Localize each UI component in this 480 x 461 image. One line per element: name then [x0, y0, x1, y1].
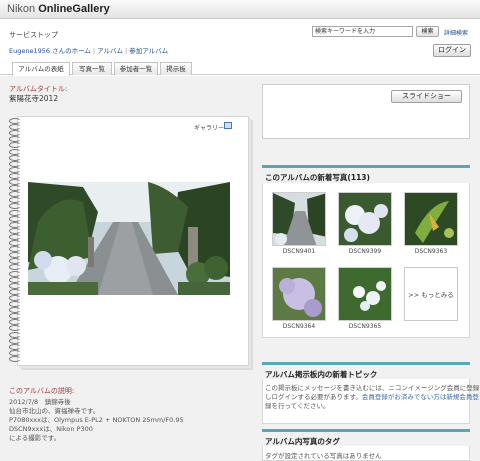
notebook-ring — [9, 307, 21, 314]
photo-thumbnail[interactable] — [338, 192, 392, 246]
notebook-ring — [9, 166, 21, 173]
notebook-ring — [9, 172, 21, 179]
notebook-ring — [9, 154, 21, 161]
album-description-title: このアルバムの説明: — [9, 387, 75, 395]
tab-participants[interactable]: 参加者一覧 — [114, 62, 158, 75]
notebook-ring — [9, 203, 21, 210]
photo-thumbnail[interactable] — [338, 267, 392, 321]
bbs-info-line: 録を行ってください。 — [265, 402, 330, 410]
notebook-ring — [9, 142, 21, 149]
tab-bulletin-board[interactable]: 掲示板 — [160, 62, 192, 75]
section-divider — [262, 165, 470, 168]
notebook-ring — [9, 349, 21, 356]
notebook-ring — [9, 331, 21, 338]
bbs-register-note[interactable]: 会員登録がお済みでない方は新規会員登 — [362, 393, 479, 401]
notebook-ring — [9, 276, 21, 283]
notebook-ring — [9, 343, 21, 350]
notebook-ring — [9, 130, 21, 137]
section-divider — [262, 362, 470, 365]
notebook-ring — [9, 191, 21, 198]
notebook-ring — [9, 294, 21, 301]
breadcrumb-home[interactable]: Eugene1956 さんのホーム — [9, 47, 91, 55]
search-input[interactable]: 検索キーワードを入力 — [312, 26, 413, 37]
photo-thumbnail-label[interactable]: DSCN9399 — [338, 248, 392, 255]
notebook-ring — [9, 252, 21, 259]
notebook-ring — [9, 136, 21, 143]
notebook-ring — [9, 124, 21, 131]
notebook-ring — [9, 160, 21, 167]
photo-thumbnail-label[interactable]: DSCN9365 — [338, 323, 392, 330]
tab-photo-list[interactable]: 写真一覧 — [72, 62, 112, 75]
notebook-ring — [9, 301, 21, 307]
notebook-ring — [9, 215, 21, 222]
notebook-ring — [9, 319, 21, 326]
tags-empty-message: タグが設定されている写真はありません — [265, 452, 382, 460]
nikon-logo[interactable]: Nikon OnlineGallery — [7, 3, 110, 15]
logo-prefix: Nikon — [7, 3, 39, 15]
slideshow-button[interactable]: スライドショー — [391, 90, 462, 103]
notebook-ring — [9, 197, 21, 204]
album-title: 紫陽花寺2012 — [9, 94, 59, 103]
photo-thumbnail[interactable] — [272, 267, 326, 321]
notebook-ring — [9, 209, 21, 216]
photo-thumbnail-label[interactable]: DSCN9364 — [272, 323, 326, 330]
notebook-ring — [9, 282, 21, 289]
notebook-ring — [9, 313, 21, 320]
breadcrumb-joined-albums[interactable]: 参加アルバム — [129, 47, 168, 55]
notebook-ring — [9, 240, 21, 246]
service-top-link[interactable]: サービストップ — [9, 30, 58, 40]
notebook-ring — [9, 288, 21, 295]
gallery-icon[interactable] — [224, 122, 232, 129]
notebook-ring — [9, 264, 21, 271]
logo-main: OnlineGallery — [38, 3, 110, 15]
breadcrumb-separator: | — [125, 47, 128, 55]
notebook-ring — [9, 179, 21, 185]
notebook-ring — [9, 233, 21, 240]
login-button[interactable]: ログイン — [433, 44, 471, 57]
notebook-ring — [9, 221, 21, 228]
section-divider — [262, 429, 470, 432]
photo-thumbnail-label[interactable]: DSCN9363 — [404, 248, 458, 255]
notebook-ring — [9, 118, 21, 124]
notebook-ring — [9, 355, 21, 362]
album-description-line: による撮影です。 — [9, 434, 61, 442]
photo-thumbnail[interactable] — [272, 192, 326, 246]
search-button[interactable]: 検索 — [416, 26, 439, 37]
notebook-ring — [9, 227, 21, 234]
tab-album-cover[interactable]: アルバムの表紙 — [12, 62, 70, 76]
tab-bar: アルバムの表紙 写真一覧 参加者一覧 掲示板 — [0, 61, 480, 76]
advanced-search-link[interactable]: 詳細検索 — [444, 28, 468, 37]
breadcrumb-separator: | — [92, 47, 96, 55]
notebook-ring — [9, 325, 21, 332]
album-cover-photo[interactable] — [28, 182, 230, 295]
photo-thumbnail-label[interactable]: DSCN9401 — [272, 248, 326, 255]
photo-thumbnail[interactable] — [404, 192, 458, 246]
new-photos-title: このアルバムの新着写真(113) — [265, 173, 370, 182]
notebook-rings — [9, 118, 21, 364]
breadcrumb: Eugene1956 さんのホーム | アルバム | 参加アルバム — [9, 45, 168, 55]
breadcrumb-album[interactable]: アルバム — [97, 47, 123, 55]
notebook-ring — [9, 148, 21, 155]
top-bar: Nikon OnlineGallery — [0, 0, 480, 19]
gallery-link[interactable]: ギャラリー — [194, 123, 224, 132]
notebook-ring — [9, 258, 21, 265]
more-photos-link[interactable]: >> もっとみる — [404, 267, 458, 321]
notebook-ring — [9, 337, 21, 344]
notebook-ring — [9, 270, 21, 277]
notebook-ring — [9, 185, 21, 192]
notebook-ring — [9, 246, 21, 253]
